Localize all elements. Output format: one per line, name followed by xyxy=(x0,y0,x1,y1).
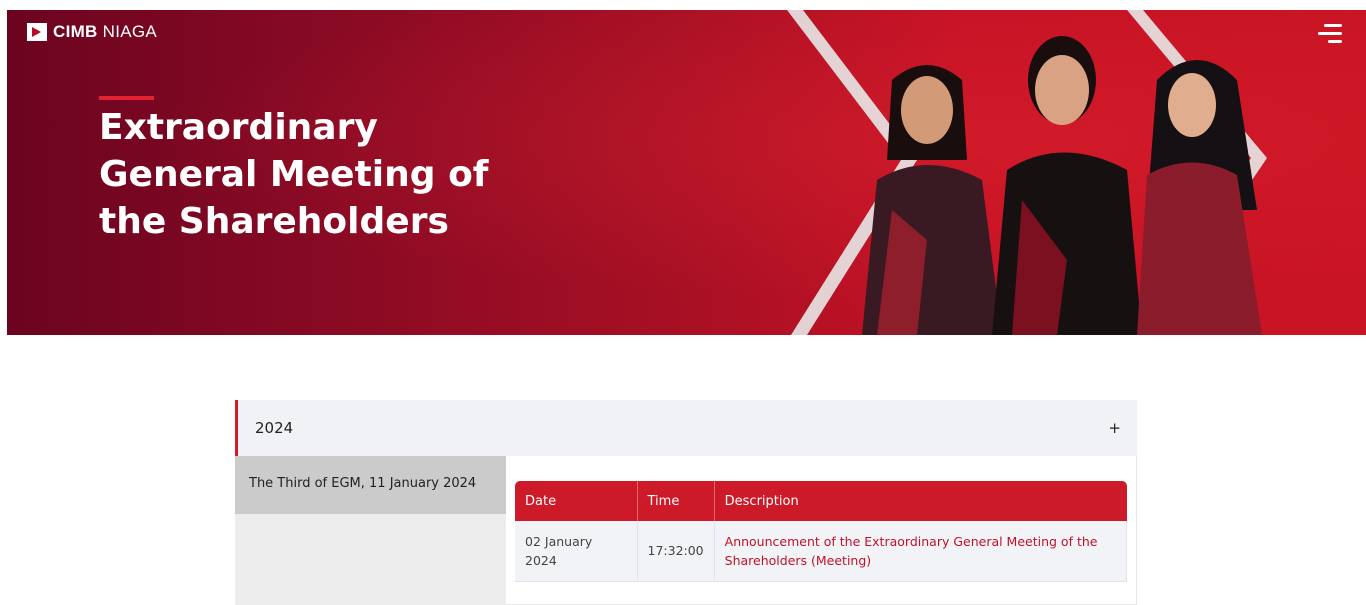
logo-mark-icon xyxy=(27,23,47,41)
row-time: 17:32:00 xyxy=(637,521,715,582)
hamburger-menu-icon[interactable] xyxy=(1318,24,1342,44)
hero-people-image xyxy=(787,10,1267,335)
title-accent-bar xyxy=(99,96,154,100)
announcement-link[interactable]: Announcement of the Extraordinary Genera… xyxy=(714,521,1128,582)
accordion-year: 2024 xyxy=(255,419,294,437)
table-row: 02 January 2024 17:32:00 Announcement of… xyxy=(515,521,1128,582)
tab-label: The Third of EGM, 11 January 2024 xyxy=(249,476,477,491)
tab-third-egm[interactable]: The Third of EGM, 11 January 2024 xyxy=(235,456,506,514)
accordion-header-2024[interactable]: 2024 + xyxy=(235,400,1137,456)
egm-accordion: 2024 + The Third of EGM, 11 January 2024… xyxy=(235,400,1137,605)
column-date: Date xyxy=(515,481,638,521)
page-title: Extraordinary General Meeting of the Sha… xyxy=(99,107,489,242)
meeting-content: Date Time Description 02 January 2024 17… xyxy=(506,456,1137,605)
column-description: Description xyxy=(714,481,1127,521)
meeting-tabs: The Third of EGM, 11 January 2024 xyxy=(235,456,506,605)
row-date: 02 January 2024 xyxy=(515,521,638,582)
hero-banner: CIMB NIAGA Extraordinary General Meeting… xyxy=(7,10,1366,335)
cimb-niaga-logo[interactable]: CIMB NIAGA xyxy=(27,22,157,42)
expand-plus-icon[interactable]: + xyxy=(1108,419,1121,437)
table-header-row: Date Time Description xyxy=(515,481,1127,521)
column-time: Time xyxy=(637,481,715,521)
meeting-table: Date Time Description 02 January 2024 17… xyxy=(515,481,1128,582)
logo-text: CIMB NIAGA xyxy=(53,22,158,41)
